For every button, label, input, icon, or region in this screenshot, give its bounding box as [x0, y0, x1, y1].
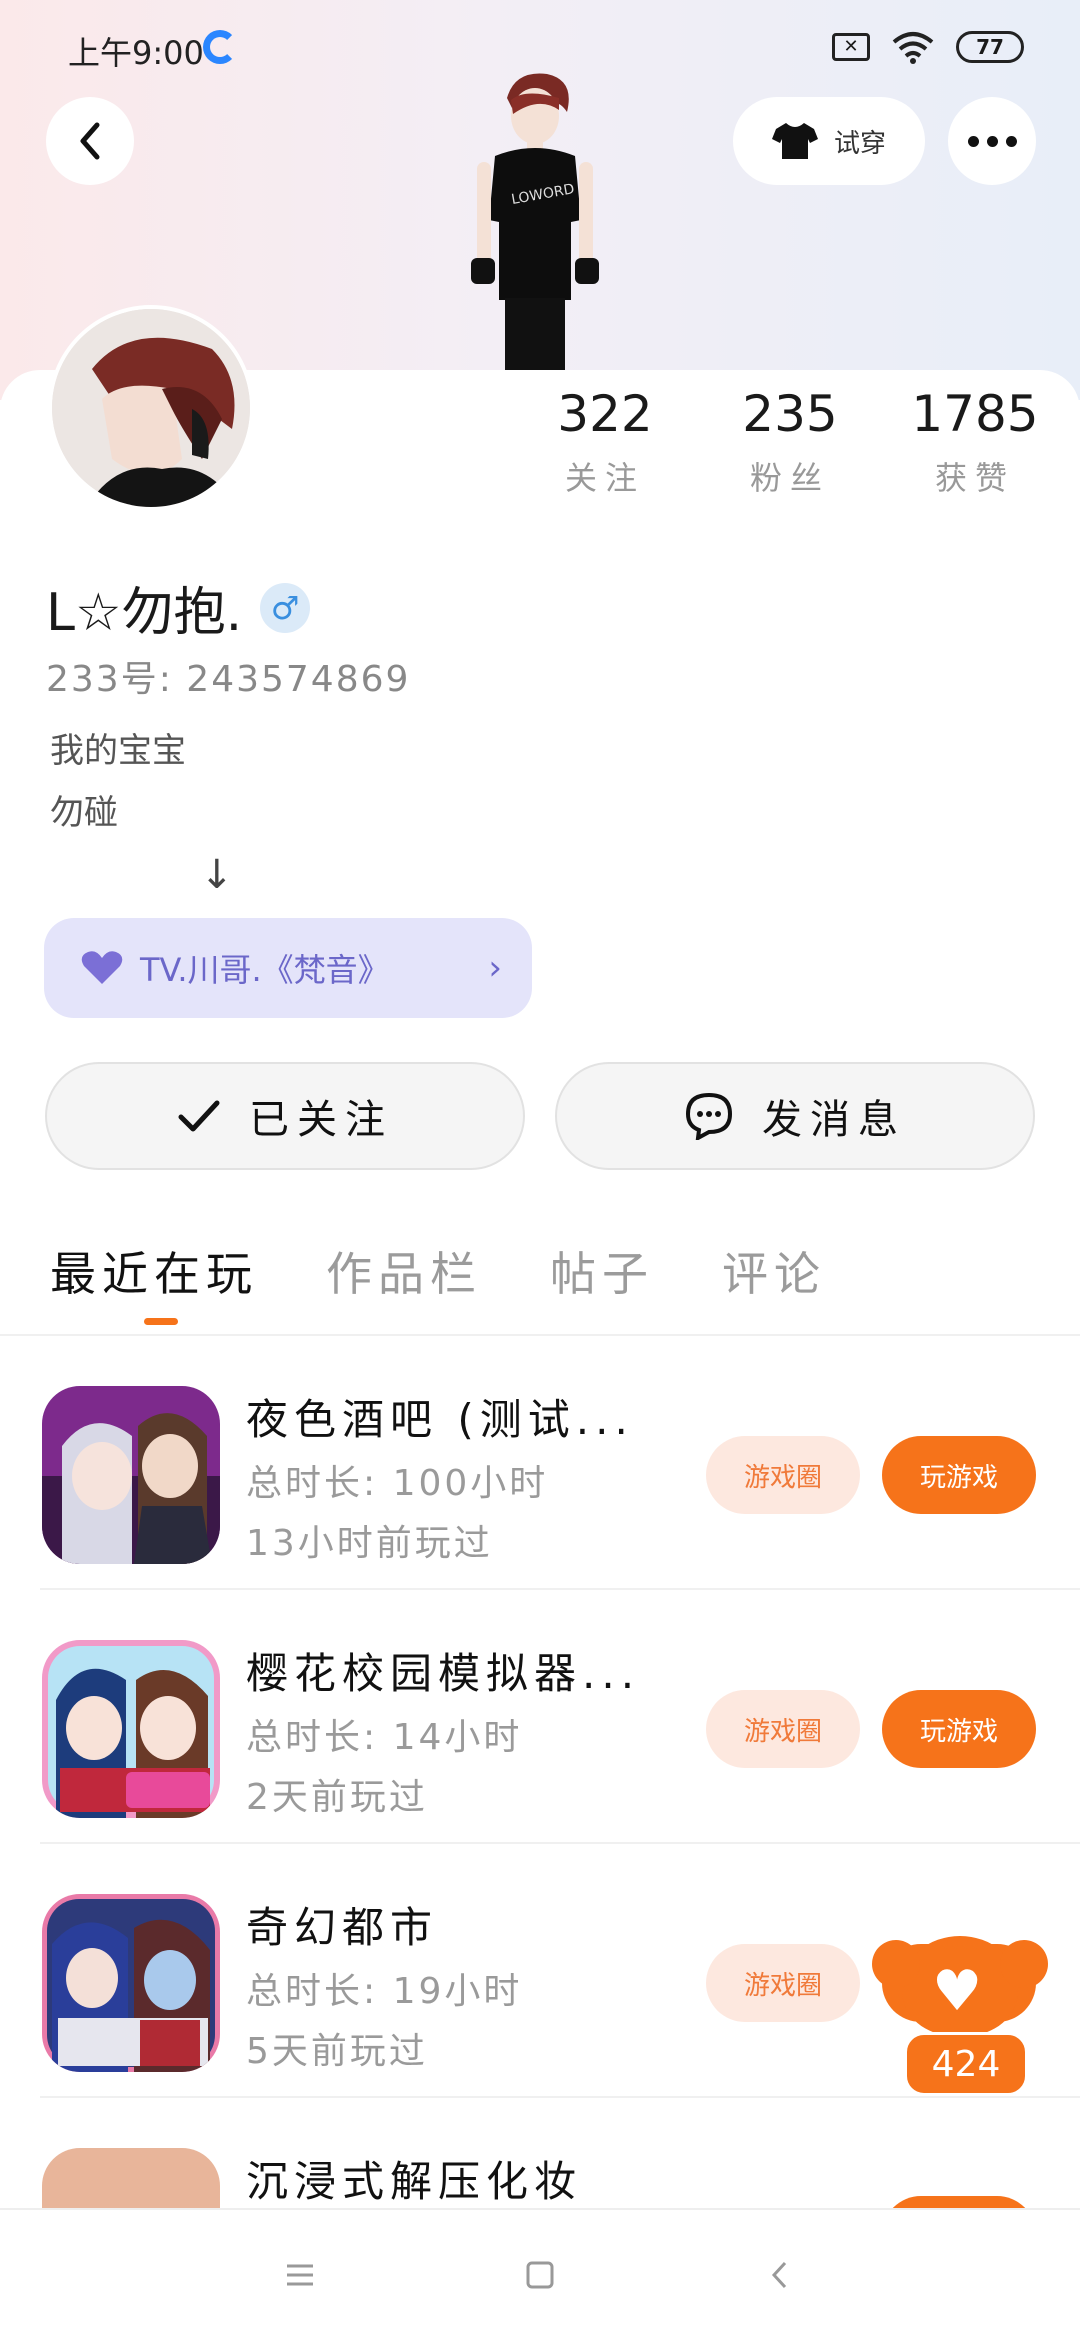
try-on-label: 试穿 [833, 128, 886, 159]
status-time: 上午9:00 [68, 34, 204, 72]
play-game-button[interactable]: 玩游戏 [882, 1690, 1036, 1768]
more-dot-icon [986, 135, 998, 147]
game-title: 樱花校园模拟器... [246, 1649, 641, 1698]
game-duration: 总时长: 19小时 [246, 1971, 523, 2012]
tab-comments[interactable]: 评论 [722, 1238, 826, 1304]
tab-works[interactable]: 作品栏 [326, 1238, 482, 1304]
play-game-button[interactable]: 玩游戏 [882, 1436, 1036, 1514]
profile-stats: 322 关注 235 粉丝 1785 获赞 [530, 385, 1050, 499]
club-label: TV.川哥.《梵音》 [140, 951, 390, 989]
bio-arrow: ↓ [200, 852, 234, 898]
game-last-played: 5天前玩过 [246, 2031, 428, 2072]
game-icon[interactable] [42, 1894, 220, 2072]
chevron-right-icon: › [488, 948, 502, 988]
game-circle-button[interactable]: 游戏圈 [706, 1944, 860, 2022]
stat-following[interactable]: 322 关注 [530, 385, 680, 499]
username: L☆勿抱. [46, 583, 243, 643]
avatar-image [52, 309, 250, 507]
back-button[interactable] [46, 97, 134, 185]
stat-followers[interactable]: 235 粉丝 [715, 385, 865, 499]
game-title: 沉浸式解压化妆 [246, 2157, 583, 2206]
tab-posts[interactable]: 帖子 [550, 1238, 654, 1304]
home-icon[interactable] [520, 2255, 560, 2295]
game-list-item[interactable]: 沉浸式解压化妆 [0, 2098, 1080, 2208]
game-last-played: 13小时前玩过 [246, 1523, 493, 1564]
app-notification-icon [203, 30, 237, 64]
more-dot-icon [1005, 135, 1017, 147]
bio: 我的宝宝 勿碰 ↓ [50, 720, 234, 906]
game-duration: 总时长: 14小时 [246, 1717, 523, 1758]
game-list-item[interactable]: 樱花校园模拟器... 总时长: 14小时 2天前玩过 游戏圈 玩游戏 [0, 1590, 1080, 1844]
game-icon[interactable] [42, 1640, 220, 1818]
followed-label: 已关注 [249, 1097, 393, 1143]
play-game-button[interactable] [882, 2196, 1036, 2208]
profile-avatar[interactable] [48, 305, 254, 511]
heart-icon: ♥ [932, 1959, 983, 2024]
like-count: 424 [904, 2032, 1028, 2096]
battery-indicator: 77 [956, 31, 1024, 63]
checkmark-icon [178, 1100, 220, 1132]
send-message-button[interactable]: 发消息 [555, 1062, 1035, 1170]
tab-recently-played[interactable]: 最近在玩 [50, 1238, 258, 1325]
send-message-label: 发消息 [762, 1097, 906, 1143]
menu-icon[interactable] [280, 2255, 320, 2295]
stat-label: 获赞 [934, 459, 1015, 497]
chat-bubble-icon [685, 1092, 733, 1140]
game-title: 夜色酒吧 (测试... [246, 1395, 634, 1444]
try-on-button[interactable]: 试穿 [733, 97, 925, 185]
club-tag[interactable]: TV.川哥.《梵音》 › [44, 918, 532, 1018]
chevron-left-icon [80, 122, 100, 160]
followed-button[interactable]: 已关注 [45, 1062, 525, 1170]
stat-value: 1785 [911, 385, 1039, 443]
system-navigation-bar [0, 2208, 1080, 2340]
floating-like-button[interactable]: ♥ 424 [872, 1936, 1048, 2096]
game-last-played: 2天前玩过 [246, 1777, 428, 1818]
username-row: L☆勿抱. ♂ [46, 570, 311, 645]
stat-label: 粉丝 [749, 459, 830, 497]
more-options-button[interactable] [948, 97, 1036, 185]
stat-value: 322 [557, 385, 653, 443]
game-icon[interactable] [42, 2148, 220, 2208]
game-circle-button[interactable]: 游戏圈 [706, 1436, 860, 1514]
heart-icon [81, 951, 123, 984]
game-circle-button[interactable]: 游戏圈 [706, 1690, 860, 1768]
male-gender-icon: ♂ [260, 582, 311, 633]
no-sim-icon: ✕ [832, 33, 870, 61]
more-dot-icon [967, 135, 979, 147]
game-icon[interactable] [42, 1386, 220, 1564]
game-title: 奇幻都市 [246, 1903, 439, 1952]
stat-value: 235 [742, 385, 838, 443]
stat-likes[interactable]: 1785 获赞 [900, 385, 1050, 499]
game-list-item[interactable]: 夜色酒吧 (测试... 总时长: 100小时 13小时前玩过 游戏圈 玩游戏 [0, 1336, 1080, 1590]
game-duration: 总时长: 100小时 [246, 1463, 549, 1504]
avatar-3d-figure: LOWORD [471, 73, 599, 370]
wifi-icon [892, 32, 934, 64]
status-bar: 上午9:00 ✕ 77 [0, 0, 1080, 95]
profile-tabs: 最近在玩 作品栏 帖子 评论 [50, 1238, 826, 1325]
tshirt-icon [771, 123, 818, 159]
back-nav-icon[interactable] [760, 2255, 800, 2295]
user-id[interactable]: 233号: 243574869 [46, 650, 410, 702]
bio-line: 我的宝宝 [50, 731, 186, 771]
bio-line: 勿碰 [50, 793, 118, 833]
stat-label: 关注 [564, 459, 645, 497]
